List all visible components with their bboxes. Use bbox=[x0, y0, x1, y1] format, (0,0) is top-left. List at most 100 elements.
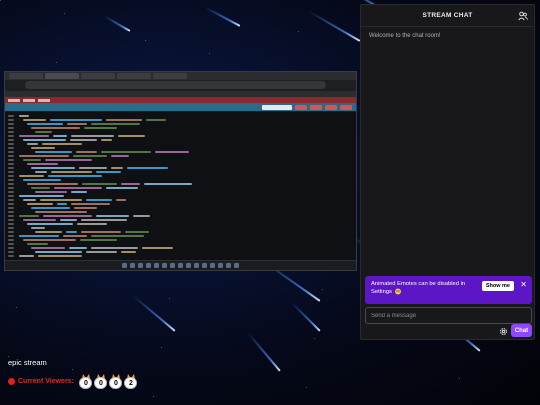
code-text-line bbox=[27, 243, 48, 245]
code-text-line bbox=[63, 235, 87, 237]
notice-text: Animated Emotes can be disabled in Setti… bbox=[371, 281, 466, 296]
code-text-line bbox=[23, 199, 36, 201]
viewers-label: Current Viewers: bbox=[18, 378, 74, 385]
code-text-line bbox=[31, 227, 45, 229]
code-text-line bbox=[142, 247, 173, 249]
browser-tab bbox=[117, 73, 151, 79]
star bbox=[8, 356, 9, 357]
code-text-line bbox=[27, 143, 38, 145]
cat-ears-icon bbox=[96, 374, 105, 379]
code-text-line bbox=[127, 167, 168, 169]
browser-address-bar bbox=[25, 81, 326, 89]
code-text-line bbox=[42, 143, 82, 145]
live-indicator-icon bbox=[8, 378, 15, 385]
code-text-line bbox=[19, 115, 29, 117]
shared-screen-capture bbox=[4, 71, 357, 271]
code-text-line bbox=[71, 135, 114, 137]
browser-tab bbox=[9, 73, 43, 79]
cat-ears-icon bbox=[126, 374, 135, 379]
code-text-line bbox=[118, 135, 145, 137]
code-text-line bbox=[111, 167, 123, 169]
chat-header: STREAM CHAT bbox=[361, 5, 534, 27]
code-text-line bbox=[31, 147, 55, 149]
code-text-line bbox=[35, 131, 52, 133]
toolbar-button bbox=[295, 104, 307, 110]
code-text-line bbox=[67, 123, 87, 125]
code-text-line bbox=[23, 139, 66, 141]
star bbox=[306, 387, 307, 388]
os-taskbar bbox=[5, 260, 356, 270]
close-icon[interactable]: ✕ bbox=[520, 281, 527, 289]
line-number bbox=[8, 223, 14, 225]
star bbox=[0, 0, 1, 1]
line-number bbox=[8, 227, 14, 229]
code-text-line bbox=[144, 183, 192, 185]
code-text-line bbox=[57, 203, 67, 205]
code-text-line bbox=[35, 171, 47, 173]
code-text-line bbox=[35, 151, 72, 153]
star bbox=[145, 40, 146, 41]
line-number bbox=[8, 183, 14, 185]
meteor-streak bbox=[307, 10, 361, 42]
code-text-line bbox=[35, 191, 67, 193]
code-text-line bbox=[84, 127, 117, 129]
line-number bbox=[8, 143, 14, 145]
chat-welcome-message: Welcome to the chat room! bbox=[369, 33, 441, 39]
star bbox=[16, 307, 17, 308]
line-number bbox=[8, 119, 14, 121]
meteor-streak bbox=[247, 332, 281, 372]
line-number bbox=[8, 171, 14, 173]
viewer-count-digits: 0 0 0 2 bbox=[79, 374, 138, 389]
browser-tab bbox=[153, 73, 187, 79]
code-text-line bbox=[121, 183, 140, 185]
star bbox=[56, 62, 57, 63]
meteor-streak bbox=[291, 302, 321, 332]
code-text-line bbox=[43, 215, 92, 217]
code-text-line bbox=[60, 219, 77, 221]
code-text-line bbox=[19, 175, 44, 177]
code-text-line bbox=[133, 215, 150, 217]
star bbox=[161, 347, 162, 348]
code-text-line bbox=[121, 251, 136, 253]
line-number bbox=[8, 203, 14, 205]
code-text-line bbox=[125, 231, 149, 233]
toolbar-button bbox=[340, 104, 352, 110]
code-text-line bbox=[35, 251, 82, 253]
code-text-line bbox=[27, 223, 73, 225]
code-text-line bbox=[19, 195, 64, 197]
users-icon[interactable] bbox=[518, 11, 528, 21]
code-editor bbox=[5, 112, 356, 260]
code-text-line bbox=[96, 215, 129, 217]
gear-icon[interactable] bbox=[499, 327, 508, 336]
star bbox=[322, 289, 323, 290]
code-text-line bbox=[38, 255, 82, 257]
meteor-streak bbox=[204, 6, 241, 27]
line-number bbox=[8, 215, 14, 217]
line-number bbox=[8, 127, 14, 129]
chat-message-input[interactable] bbox=[365, 307, 532, 324]
code-text-line bbox=[71, 191, 87, 193]
show-me-button[interactable]: Show me bbox=[481, 281, 514, 291]
code-text-line bbox=[73, 155, 107, 157]
code-text-line bbox=[106, 187, 138, 189]
code-text-line bbox=[23, 159, 41, 161]
line-number bbox=[8, 207, 14, 209]
line-number bbox=[8, 151, 14, 153]
line-number bbox=[8, 243, 14, 245]
viewer-digit: 0 bbox=[94, 374, 108, 389]
star bbox=[459, 378, 460, 379]
toolbar-input bbox=[262, 104, 292, 110]
code-text-line bbox=[76, 151, 97, 153]
code-text-line bbox=[86, 199, 112, 201]
code-text-line bbox=[19, 135, 49, 137]
code-text-line bbox=[86, 251, 117, 253]
chat-send-button[interactable]: Chat bbox=[511, 324, 532, 337]
code-text-line bbox=[69, 247, 87, 249]
code-text-line bbox=[23, 179, 61, 181]
star bbox=[314, 338, 315, 339]
code-text-line bbox=[19, 155, 69, 157]
browser-tab-strip bbox=[5, 72, 356, 80]
code-text-line bbox=[31, 187, 50, 189]
code-text-line bbox=[91, 235, 144, 237]
code-text-line bbox=[19, 255, 34, 257]
